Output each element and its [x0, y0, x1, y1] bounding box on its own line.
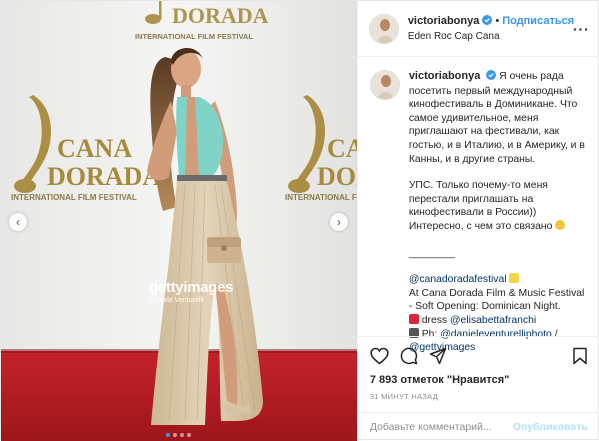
verified-icon [486, 70, 497, 85]
svg-text:INTERNATIONAL FILM FESTIVAL: INTERNATIONAL FILM FESTIVAL [11, 193, 137, 202]
chevron-left-icon[interactable]: ‹ [9, 213, 27, 231]
location-link[interactable]: Eden Roc Cap Cana [408, 30, 574, 43]
comment-icon[interactable] [400, 347, 418, 365]
getty-watermark: gettyimages Daniele Venturelli [149, 279, 234, 304]
caption-text: victoriabonya Я очень рада посетить перв… [408, 70, 588, 353]
post-header: victoriabonya • Подписаться Eden Roc Cap C… [357, 1, 599, 57]
thinking-face-icon [555, 219, 566, 230]
verified-icon [482, 15, 493, 29]
comment-box: Опубликовать [357, 412, 599, 441]
caption-area: victoriabonya Я очень рада посетить перв… [358, 58, 599, 353]
svg-text:DORADA: DORADA [47, 162, 161, 191]
caption-avatar[interactable] [369, 70, 400, 100]
header-separator: • [495, 15, 500, 28]
photo-scene: DORADA INTERNATIONAL FILM FESTIVAL CANA … [1, 1, 357, 441]
dress-label: dress [418, 314, 450, 326]
caption-divider: ________ [408, 247, 456, 259]
caption-username[interactable]: victoriabonya [409, 70, 481, 82]
caption-paragraph-2: УПС. Только почему-то меня перестали при… [408, 180, 553, 232]
carousel-dot [166, 433, 171, 437]
ellipsis-icon[interactable]: ··· [573, 21, 590, 37]
instagram-post: DORADA INTERNATIONAL FILM FESTIVAL CANA … [0, 0, 599, 441]
share-icon[interactable] [429, 347, 447, 365]
chevron-right-icon[interactable]: › [329, 213, 348, 231]
svg-text:INTERNATIONAL FIL: INTERNATIONAL FIL [285, 193, 357, 202]
follow-button[interactable]: Подписаться [502, 15, 574, 27]
publish-button[interactable]: Опубликовать [513, 421, 588, 433]
action-bar: 7 893 отметок "Нравится" 31 МИНУТ НАЗАД [357, 336, 599, 401]
caption-paragraph-1: Я очень рада посетить первый международн… [408, 71, 585, 165]
carousel-dot [187, 433, 192, 437]
bookmark-icon[interactable] [572, 347, 588, 365]
carousel-dots [1, 433, 357, 437]
post-timestamp[interactable]: 31 МИНУТ НАЗАД [370, 392, 588, 401]
header-username[interactable]: victoriabonya [408, 15, 480, 27]
sparkle-icon [509, 273, 520, 284]
watermark-sub: Daniele Venturelli [149, 297, 204, 304]
avatar[interactable] [368, 13, 399, 44]
svg-text:CANA: CANA [57, 134, 132, 163]
svg-text:INTERNATIONAL FILM FESTIVAL: INTERNATIONAL FILM FESTIVAL [135, 32, 253, 41]
comment-input[interactable] [369, 421, 513, 433]
svg-text:CA: CA [327, 134, 357, 163]
mention-festival[interactable]: @canadoradafestival [409, 274, 507, 285]
post-photo[interactable]: DORADA INTERNATIONAL FILM FESTIVAL CANA … [1, 1, 357, 441]
post-side-panel: victoriabonya • Подписаться Eden Roc Cap C… [356, 1, 599, 441]
caption-paragraph-3: At Cana Dorada Film & Music Festival - S… [408, 287, 585, 313]
dress-icon [408, 313, 419, 324]
header-text: victoriabonya • Подписаться Eden Roc Cap C… [408, 14, 574, 42]
carousel-dot [180, 433, 185, 437]
svg-text:DOR: DOR [317, 162, 357, 191]
mention-dress[interactable]: @elisabettafranchi [450, 315, 536, 326]
likes-count[interactable]: 7 893 отметок "Нравится" [370, 374, 588, 386]
watermark-main: gettyimages [149, 279, 234, 296]
heart-icon[interactable] [370, 347, 389, 365]
carousel-dot [173, 433, 178, 437]
backdrop-logo-top: DORADA [172, 3, 269, 28]
